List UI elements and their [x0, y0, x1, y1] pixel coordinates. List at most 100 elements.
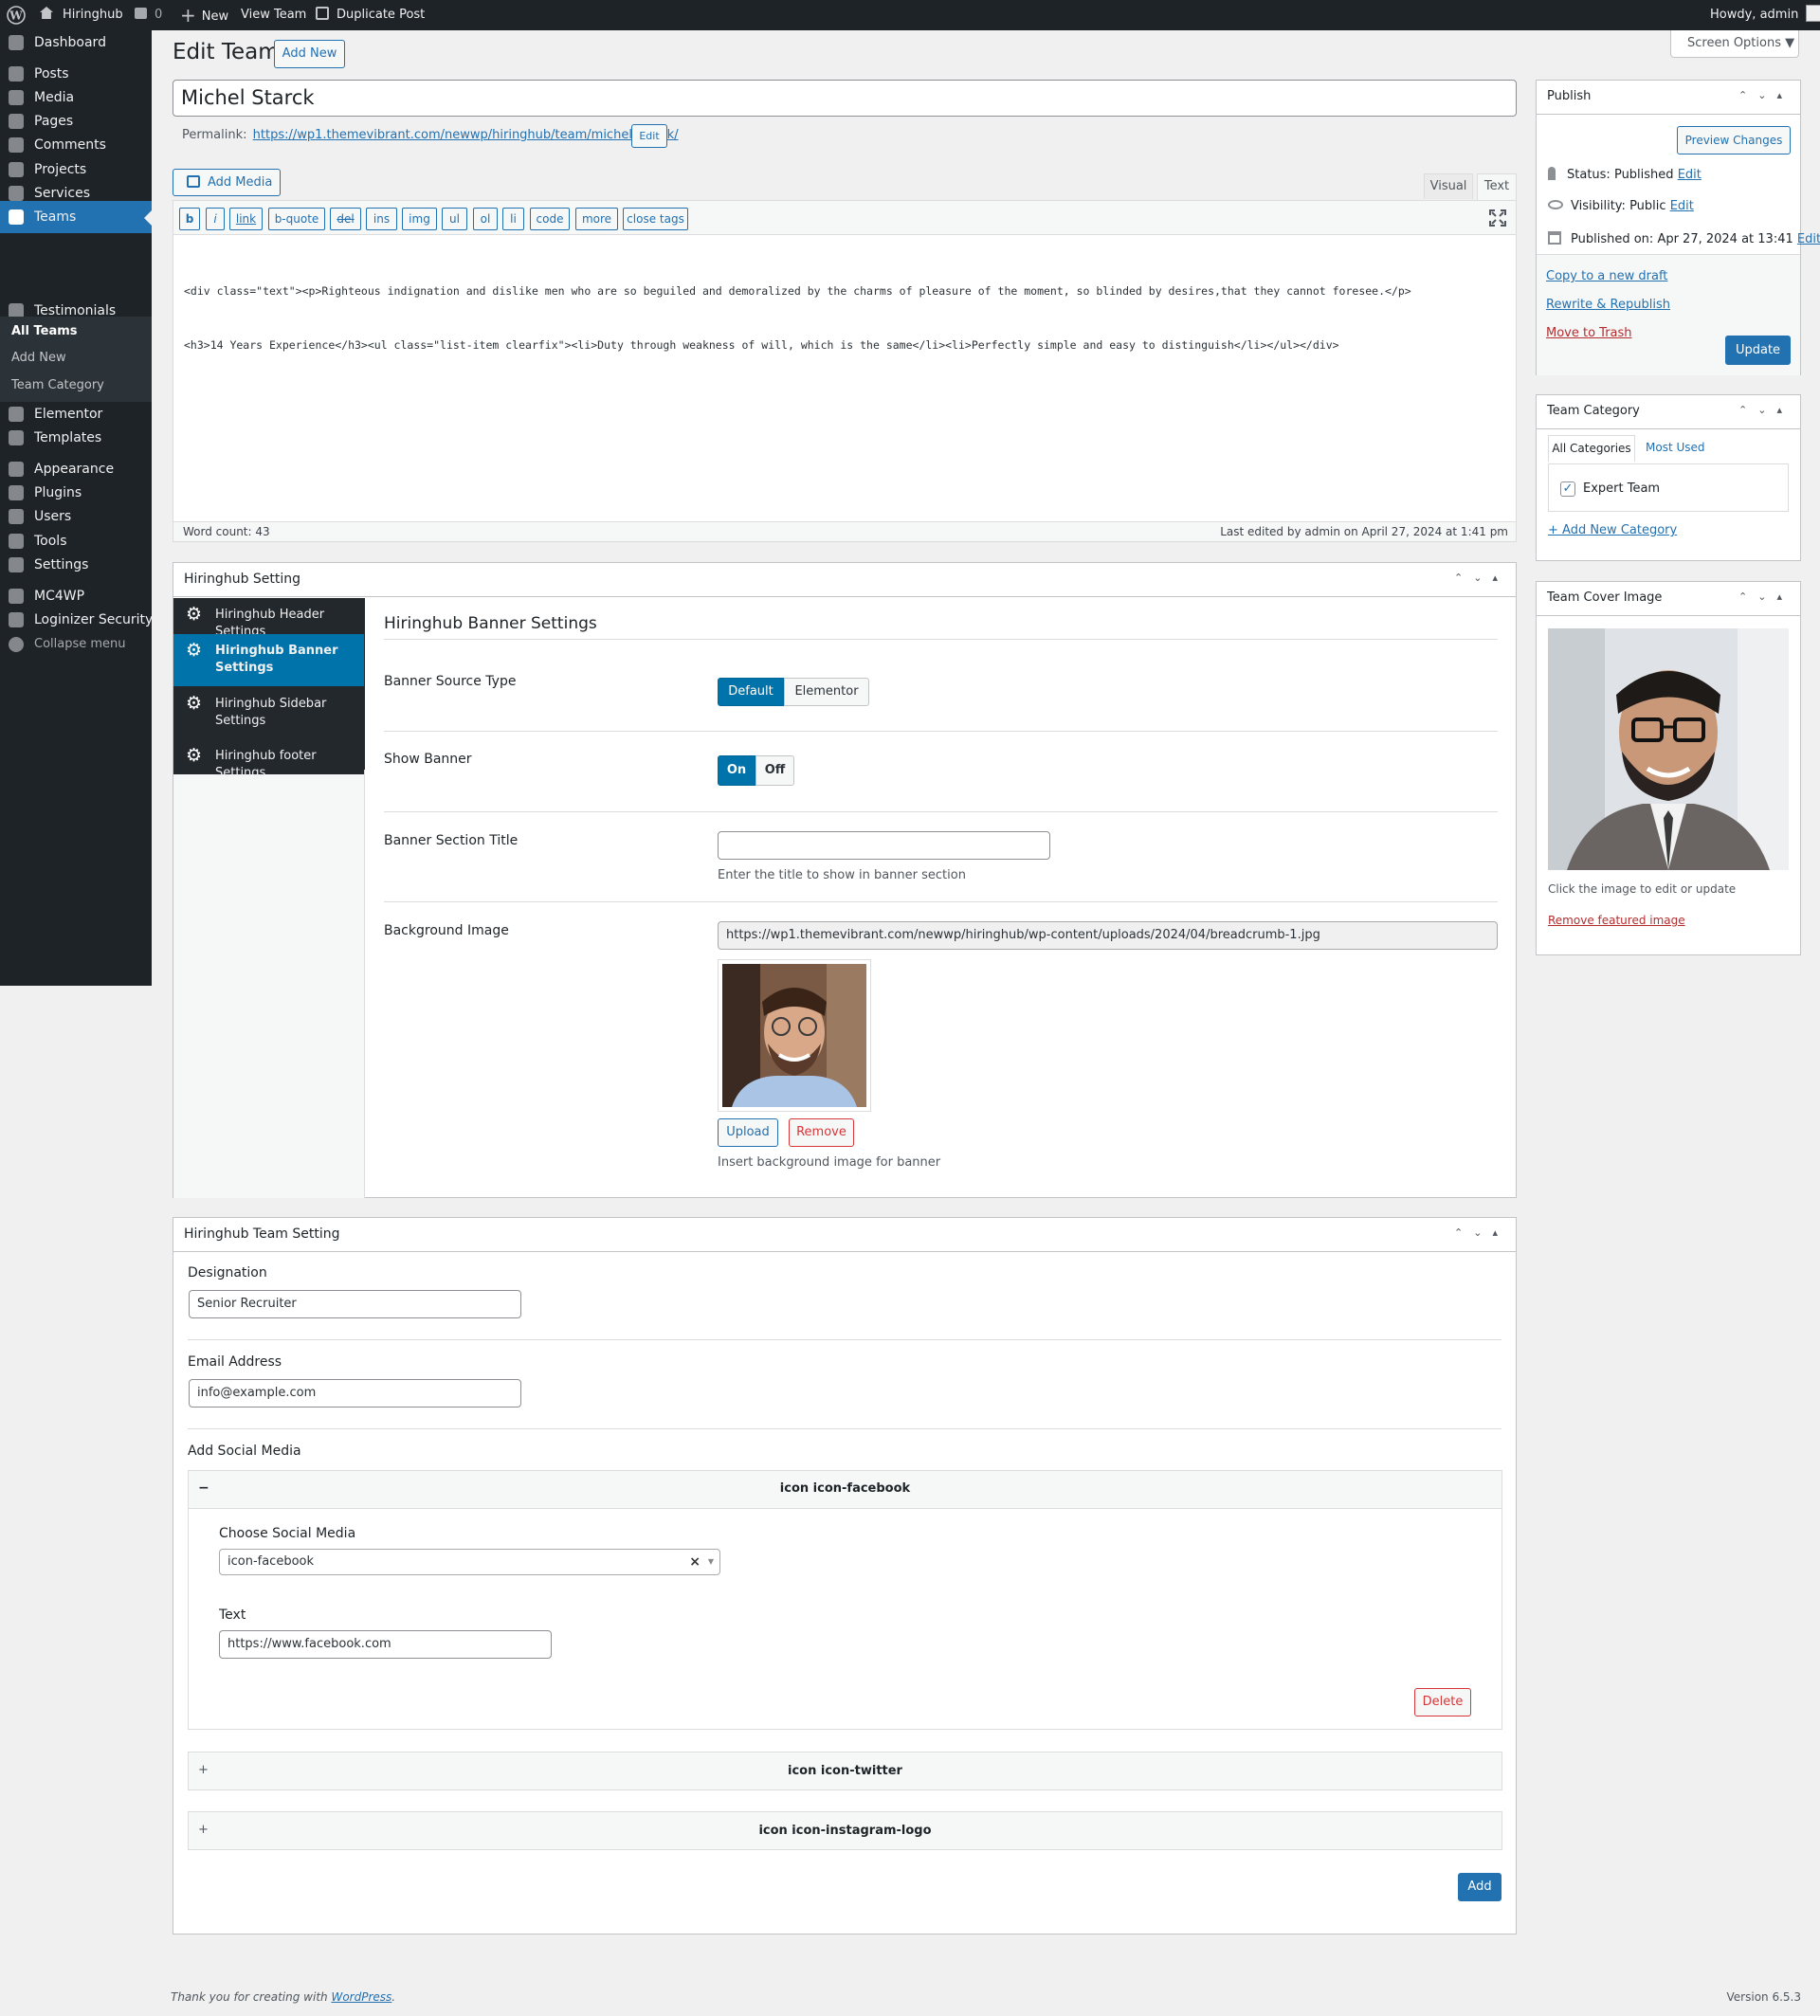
- designation-input[interactable]: Senior Recruiter: [189, 1290, 521, 1318]
- sidebar-item-label: Teams: [34, 209, 77, 225]
- wrench-icon: [9, 534, 24, 549]
- howdy-account[interactable]: Howdy, admin: [1710, 0, 1820, 30]
- tab-visual[interactable]: Visual: [1424, 173, 1473, 199]
- box-controls[interactable]: ⌃⌄▴: [1454, 1226, 1508, 1239]
- upload-button[interactable]: Upload: [718, 1118, 778, 1147]
- add-new-button[interactable]: Add New: [274, 40, 345, 68]
- permalink-link[interactable]: https://wp1.themevibrant.com/newwp/hirin…: [253, 128, 679, 142]
- delete-button[interactable]: Delete: [1414, 1688, 1471, 1716]
- show-banner-off-button[interactable]: Off: [755, 755, 794, 786]
- submenu-add-new[interactable]: Add New: [11, 351, 66, 365]
- tab-all-categories[interactable]: All Categories: [1548, 435, 1635, 462]
- banner-title-help: Enter the title to show in banner sectio…: [718, 868, 966, 882]
- media-icon: [9, 90, 24, 105]
- add-media-button[interactable]: Add Media: [173, 169, 281, 196]
- remove-image-button[interactable]: Remove: [789, 1118, 854, 1147]
- add-new-category-link[interactable]: + Add New Category: [1548, 523, 1677, 537]
- tab-text[interactable]: Text: [1477, 173, 1517, 200]
- clear-icon[interactable]: ×: [689, 1550, 701, 1574]
- admin-sidebar: Dashboard Posts Media Pages Comments Projects…: [0, 27, 153, 986]
- sidebar-item-teams[interactable]: Teams: [0, 201, 152, 233]
- screen-options-button[interactable]: Screen Options ▼: [1670, 30, 1799, 58]
- submenu-all-teams[interactable]: All Teams: [11, 324, 78, 338]
- view-team-link[interactable]: View Team: [241, 0, 306, 30]
- choose-social-select[interactable]: icon-facebook × ▼: [219, 1549, 720, 1575]
- tab-most-used[interactable]: Most Used: [1646, 441, 1705, 454]
- update-button[interactable]: Update: [1725, 336, 1791, 365]
- qt-img-button[interactable]: img: [402, 208, 437, 230]
- bg-image-preview[interactable]: [718, 959, 871, 1112]
- duplicate-post-link[interactable]: Duplicate Post: [316, 0, 425, 30]
- sidebar-item-label: Dashboard: [34, 35, 106, 50]
- rewrite-republish-link[interactable]: Rewrite & Republish: [1546, 298, 1670, 312]
- banner-source-elementor-button[interactable]: Elementor: [784, 678, 869, 706]
- tab-banner-settings[interactable]: ⚙ Hiringhub Banner Settings: [173, 634, 364, 686]
- tab-header-settings[interactable]: ⚙ Hiringhub Header Settings: [173, 598, 364, 639]
- duplicate-icon: [316, 7, 329, 20]
- box-controls[interactable]: ⌃⌄▴: [1454, 572, 1508, 584]
- wordpress-link[interactable]: WordPress: [331, 1990, 391, 2004]
- qt-del-button[interactable]: del: [330, 208, 361, 230]
- remove-featured-image-link[interactable]: Remove featured image: [1548, 914, 1685, 927]
- choose-social-label: Choose Social Media: [219, 1526, 356, 1541]
- copy-draft-link[interactable]: Copy to a new draft: [1546, 269, 1667, 283]
- new-content-link[interactable]: + New: [180, 0, 228, 30]
- permalink-edit-button[interactable]: Edit: [631, 124, 667, 148]
- qt-bquote-button[interactable]: b-quote: [268, 208, 325, 230]
- social-item-header[interactable]: − icon icon-facebook: [189, 1471, 1502, 1509]
- social-text-input[interactable]: https://www.facebook.com: [219, 1630, 552, 1659]
- sidebar-item-settings[interactable]: Settings: [0, 549, 152, 581]
- qt-more-button[interactable]: more: [575, 208, 618, 230]
- visibility-edit-link[interactable]: Edit: [1670, 199, 1694, 213]
- banner-title-input[interactable]: [718, 831, 1050, 860]
- move-to-trash-link[interactable]: Move to Trash: [1546, 326, 1632, 340]
- permalink: Permalink: https://wp1.themevibrant.com/…: [182, 128, 679, 142]
- folder-icon: [9, 186, 24, 201]
- category-list: ✓ Expert Team: [1548, 463, 1789, 512]
- sidebar-item-collapse-menu[interactable]: Collapse menu: [0, 628, 152, 661]
- designation-label: Designation: [188, 1265, 267, 1280]
- tab-sidebar-settings[interactable]: ⚙ Hiringhub Sidebar Settings: [173, 687, 364, 739]
- sidebar-item-templates[interactable]: Templates: [0, 422, 152, 454]
- plus-icon: +: [180, 4, 196, 27]
- add-social-button[interactable]: Add: [1458, 1873, 1502, 1901]
- svg-text:W: W: [9, 9, 23, 23]
- published-edit-link[interactable]: Edit: [1797, 232, 1820, 246]
- social-item-instagram[interactable]: + icon icon-instagram-logo: [188, 1811, 1502, 1850]
- qt-bold-button[interactable]: b: [179, 208, 200, 230]
- visibility-row: Visibility: Public Edit: [1548, 199, 1694, 213]
- bg-image-url-input[interactable]: https://wp1.themevibrant.com/newwp/hirin…: [718, 921, 1498, 950]
- status-edit-link[interactable]: Edit: [1678, 168, 1702, 182]
- qt-code-button[interactable]: code: [530, 208, 570, 230]
- banner-source-default-button[interactable]: Default: [718, 678, 784, 706]
- editor-textarea[interactable]: <div class="text"><p>Righteous indignati…: [184, 246, 1411, 372]
- cover-image-photo: [1548, 628, 1789, 870]
- cover-image-help: Click the image to edit or update: [1548, 882, 1737, 896]
- sidebar-item-dashboard[interactable]: Dashboard: [0, 27, 152, 59]
- post-title-input[interactable]: Michel Starck: [173, 80, 1517, 117]
- publish-box: Publish ⌃⌄▴ Preview Changes Status: Publ…: [1536, 80, 1820, 375]
- show-banner-on-button[interactable]: On: [718, 755, 755, 786]
- box-controls[interactable]: ⌃⌄▴: [1738, 404, 1793, 416]
- qt-ul-button[interactable]: ul: [442, 208, 467, 230]
- qt-link-button[interactable]: link: [229, 208, 263, 230]
- qt-close-tags-button[interactable]: close tags: [623, 208, 688, 230]
- box-controls[interactable]: ⌃⌄▴: [1738, 590, 1793, 603]
- cover-image[interactable]: [1548, 628, 1789, 870]
- social-item-twitter[interactable]: + icon icon-twitter: [188, 1752, 1502, 1790]
- checkbox-checked-icon[interactable]: ✓: [1560, 481, 1575, 497]
- fullscreen-icon[interactable]: [1489, 209, 1506, 227]
- preview-changes-button[interactable]: Preview Changes: [1677, 126, 1791, 154]
- qt-ol-button[interactable]: ol: [473, 208, 498, 230]
- email-input[interactable]: info@example.com: [189, 1379, 521, 1408]
- qt-ins-button[interactable]: ins: [366, 208, 397, 230]
- qt-italic-button[interactable]: i: [206, 208, 225, 230]
- box-controls[interactable]: ⌃⌄▴: [1738, 89, 1793, 101]
- brush-icon: [9, 462, 24, 477]
- eye-icon: [1548, 200, 1563, 209]
- submenu-team-category[interactable]: Team Category: [11, 378, 104, 392]
- qt-li-button[interactable]: li: [502, 208, 524, 230]
- text-label: Text: [219, 1607, 246, 1623]
- tab-footer-settings[interactable]: ⚙ Hiringhub footer Settings: [173, 739, 364, 780]
- bg-image-photo: [722, 964, 866, 1107]
